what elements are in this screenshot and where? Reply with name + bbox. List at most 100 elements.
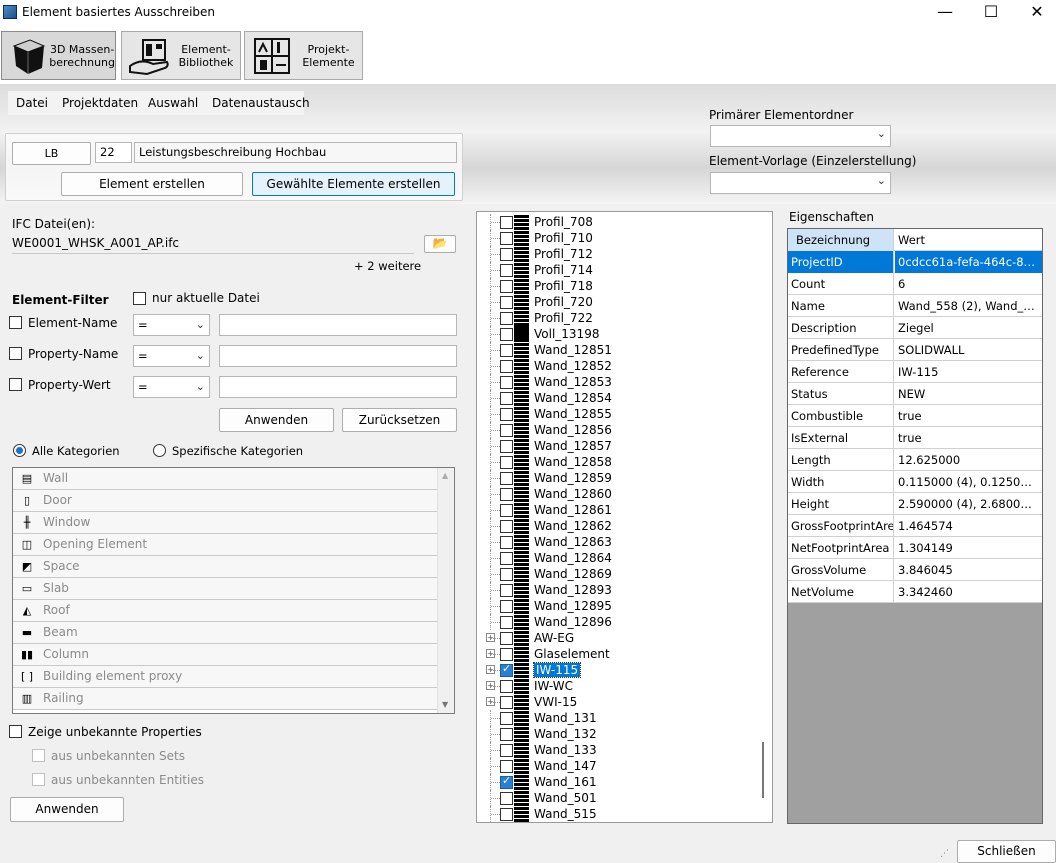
tree-item-checkbox[interactable]: [500, 584, 513, 597]
property-row[interactable]: Width 0.115000 (4), 0.125000, 0....: [788, 471, 1042, 493]
tree-item-checkbox[interactable]: [500, 440, 513, 453]
tree-item[interactable]: Wand_12858: [477, 454, 757, 470]
tree-item-checkbox[interactable]: [500, 360, 513, 373]
tree-item[interactable]: Wand_515: [477, 806, 757, 822]
filter-reset-button[interactable]: Zurücksetzen: [342, 408, 457, 432]
tree-item[interactable]: Wand_12861: [477, 502, 757, 518]
minimize-button[interactable]: —: [922, 0, 968, 26]
property-wert-operator[interactable]: = ⌄: [133, 376, 210, 398]
tree-item[interactable]: Wand_12851: [477, 342, 757, 358]
tree-item-checkbox[interactable]: [500, 296, 513, 309]
tree-item-checkbox[interactable]: [500, 648, 513, 661]
tree-item[interactable]: Wand_131: [477, 710, 757, 726]
tree-item-checkbox[interactable]: [500, 536, 513, 549]
tree-item-checkbox[interactable]: [500, 600, 513, 613]
menu-datei[interactable]: Datei: [16, 96, 48, 110]
category-item-wall[interactable]: ▤ Wall: [13, 468, 437, 490]
open-folder-button[interactable]: 📂: [424, 235, 456, 253]
menu-auswahl[interactable]: Auswahl: [148, 96, 198, 110]
element-name-operator[interactable]: = ⌄: [133, 314, 210, 336]
category-item-column[interactable]: ▮▮ Column: [13, 644, 437, 666]
property-row[interactable]: Description Ziegel: [788, 317, 1042, 339]
property-row[interactable]: GrossVolume 3.846045: [788, 559, 1042, 581]
tree-item-checkbox[interactable]: [500, 712, 513, 725]
zeige-unbekannte-properties-checkbox[interactable]: [9, 725, 22, 738]
property-row[interactable]: PredefinedType SOLIDWALL: [788, 339, 1042, 361]
tree-item-checkbox[interactable]: [500, 472, 513, 485]
category-item-roof[interactable]: ◭ Roof: [13, 600, 437, 622]
schliessen-button[interactable]: Schließen: [957, 840, 1056, 863]
tree-item-checkbox[interactable]: [500, 264, 513, 277]
tree-item[interactable]: Profil_710: [477, 230, 757, 246]
category-item-railing[interactable]: ▥ Railing: [13, 688, 437, 710]
tree-item-checkbox[interactable]: [500, 552, 513, 565]
tree-item[interactable]: Wand_12869: [477, 566, 757, 582]
tree-item-checkbox[interactable]: [500, 632, 513, 645]
element-erstellen-button[interactable]: Element erstellen: [61, 172, 243, 196]
tree-item[interactable]: Wand_12857: [477, 438, 757, 454]
tree-item-checkbox[interactable]: [500, 280, 513, 293]
tree-item[interactable]: + VWI-15: [477, 694, 757, 710]
tree-item[interactable]: Wand_12860: [477, 486, 757, 502]
tree-item-checkbox[interactable]: [500, 728, 513, 741]
tree-item[interactable]: Wand_12855: [477, 406, 757, 422]
tree-item[interactable]: Wand_147: [477, 758, 757, 774]
tree-item[interactable]: + IW-WC: [477, 678, 757, 694]
tree-item[interactable]: Wand_12859: [477, 470, 757, 486]
nur-aktuelle-datei-checkbox[interactable]: [133, 292, 146, 305]
property-row[interactable]: Count 6: [788, 273, 1042, 295]
property-row[interactable]: NetVolume 3.342460: [788, 581, 1042, 603]
tree-item-checkbox[interactable]: [500, 312, 513, 325]
element-tree[interactable]: Profil_708 Profil_710 Profil_712 Profil_714…: [476, 211, 773, 823]
tree-item-checkbox[interactable]: [500, 248, 513, 261]
tree-item[interactable]: Wand_132: [477, 726, 757, 742]
tree-item-checkbox[interactable]: [500, 808, 513, 821]
category-list[interactable]: ▤ Wall ▯ Door ╫ Window ◫ Opening Element ◩ Sp…: [12, 467, 455, 714]
tree-item[interactable]: + AW-EG: [477, 630, 757, 646]
tree-item[interactable]: Wand_12856: [477, 422, 757, 438]
property-row[interactable]: Status NEW: [788, 383, 1042, 405]
tree-item-checkbox[interactable]: [500, 520, 513, 533]
primary-folder-select[interactable]: ⌄: [710, 125, 891, 147]
tree-item-checkbox[interactable]: [500, 328, 513, 341]
element-name-checkbox[interactable]: [9, 316, 22, 329]
element-bibliothek-button[interactable]: Element- Bibliothek: [121, 31, 241, 80]
tree-item-checkbox[interactable]: [500, 376, 513, 389]
property-row[interactable]: IsExternal true: [788, 427, 1042, 449]
property-wert-input[interactable]: [219, 376, 457, 398]
category-item-slab[interactable]: ▭ Slab: [13, 578, 437, 600]
scroll-up-icon[interactable]: ▲: [442, 471, 448, 480]
property-row[interactable]: GrossFootprintArea 1.464574: [788, 515, 1042, 537]
property-name-operator[interactable]: = ⌄: [133, 345, 210, 367]
3d-massenberechnung-button[interactable]: 3D Massen-berechnung: [1, 31, 116, 80]
lb-number-field[interactable]: 22: [95, 142, 132, 163]
column-header-wert[interactable]: Wert: [895, 229, 1042, 251]
tree-item[interactable]: Profil_722: [477, 310, 757, 326]
tree-scroll-thumb[interactable]: [762, 742, 764, 798]
tree-item[interactable]: Wand_501: [477, 790, 757, 806]
property-row[interactable]: NetFootprintArea 1.304149: [788, 537, 1042, 559]
tree-item-checkbox[interactable]: [500, 504, 513, 517]
property-name-checkbox[interactable]: [9, 347, 22, 360]
aus-unbekannten-entities-checkbox[interactable]: [32, 773, 45, 786]
properties-grid[interactable]: Bezeichnung Wert ProjectID 0cdcc61a-fefa-…: [787, 228, 1043, 824]
tree-item-checkbox[interactable]: [500, 760, 513, 773]
tree-item-checkbox[interactable]: [500, 696, 513, 709]
category-item-window[interactable]: ╫ Window: [13, 512, 437, 534]
tree-item[interactable]: Wand_12852: [477, 358, 757, 374]
tree-item[interactable]: Wand_12853: [477, 374, 757, 390]
tree-item-checkbox[interactable]: [500, 744, 513, 757]
tree-item-checkbox[interactable]: [500, 488, 513, 501]
close-window-button[interactable]: ✕: [1014, 0, 1056, 26]
tree-item-checkbox[interactable]: [500, 568, 513, 581]
property-row[interactable]: Reference IW-115: [788, 361, 1042, 383]
menu-datenaustausch[interactable]: Datenaustausch: [212, 96, 310, 110]
tree-item[interactable]: Wand_133: [477, 742, 757, 758]
tree-item-checkbox[interactable]: [500, 662, 513, 677]
scroll-down-icon[interactable]: ▼: [442, 700, 448, 709]
lb-button[interactable]: LB: [12, 142, 91, 165]
tree-item[interactable]: Wand_12863: [477, 534, 757, 550]
tree-item[interactable]: Profil_720: [477, 294, 757, 310]
tree-item-checkbox[interactable]: [500, 408, 513, 421]
property-row[interactable]: Name Wand_558 (2), Wand_794,...: [788, 295, 1042, 317]
